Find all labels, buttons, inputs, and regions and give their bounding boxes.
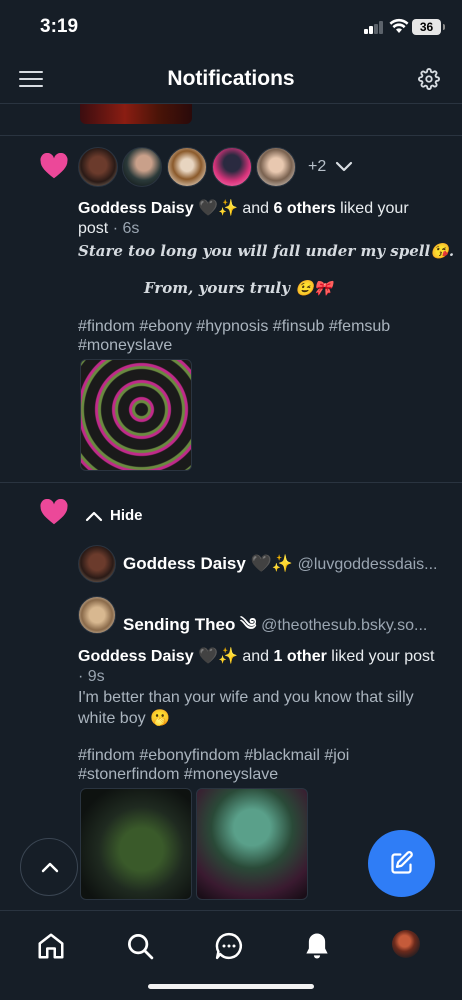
chat-icon[interactable] — [214, 931, 244, 961]
divider — [0, 482, 462, 483]
scroll-to-top-button[interactable] — [20, 838, 78, 896]
timestamp: · 6s — [108, 220, 140, 237]
post-tags: #findom #ebonyfindom #blackmail #joi #st… — [78, 747, 350, 783]
post-text: I'm better than your wife and you know t… — [78, 689, 414, 706]
avatar[interactable] — [122, 147, 162, 187]
others-link[interactable]: 1 other — [273, 648, 326, 665]
post-text: Stare too long you will fall under my sp… — [78, 242, 455, 260]
avatar[interactable] — [78, 596, 116, 634]
notification-text: Goddess Daisy 🖤✨ and 1 other liked your … — [78, 648, 435, 665]
avatar[interactable] — [78, 147, 118, 187]
status-bar: 3:19 36 — [0, 0, 462, 54]
avatar[interactable] — [78, 545, 116, 583]
post-image[interactable] — [196, 788, 308, 900]
heart-icon — [40, 499, 68, 525]
chevron-up-icon — [41, 862, 59, 873]
home-icon[interactable] — [36, 931, 66, 961]
post-image[interactable] — [80, 788, 192, 900]
actor-name[interactable]: Goddess Daisy 🖤✨ — [78, 648, 238, 665]
timestamp: · 9s — [78, 668, 105, 685]
status-time: 3:19 — [40, 16, 79, 37]
chevron-down-icon[interactable] — [334, 160, 354, 174]
actor-name[interactable]: Goddess Daisy 🖤✨ — [78, 200, 238, 217]
user-handle: @luvgoddessdais... — [297, 556, 438, 573]
avatar[interactable] — [212, 147, 252, 187]
user-name: Sending Theo ༄ — [123, 615, 257, 634]
heart-icon — [40, 153, 68, 179]
post-text: From, yours truly 😉🎀 — [144, 279, 333, 297]
post-image[interactable] — [80, 359, 192, 471]
avatar[interactable] — [167, 147, 207, 187]
compose-button[interactable] — [368, 830, 435, 897]
page-title: Notifications — [167, 67, 295, 90]
pencil-square-icon — [391, 851, 413, 874]
user-handle: @theothesub.bsky.so... — [261, 617, 428, 634]
post-tags: #findom #ebony #hypnosis #finsub #femsub… — [78, 318, 391, 354]
search-icon[interactable] — [125, 931, 155, 961]
signal-icon — [364, 21, 384, 34]
notification-text-cont: post · 6s — [78, 220, 140, 237]
previous-post-image[interactable] — [80, 104, 192, 124]
top-bar: Notifications — [0, 54, 462, 104]
bell-icon[interactable] — [302, 931, 332, 961]
user-name: Goddess Daisy 🖤✨ — [123, 554, 293, 573]
wifi-icon — [389, 18, 409, 33]
others-link[interactable]: 6 others — [273, 200, 335, 217]
post-text: white boy 🫢 — [78, 710, 170, 727]
notification-text: Goddess Daisy 🖤✨ and 6 others liked your — [78, 200, 409, 217]
gear-icon[interactable] — [418, 68, 440, 90]
home-indicator — [148, 984, 314, 989]
chevron-up-icon — [85, 511, 103, 522]
profile-avatar[interactable] — [392, 930, 420, 958]
more-likers-count: +2 — [308, 158, 327, 175]
battery-icon: 36 — [412, 19, 445, 35]
avatar[interactable] — [256, 147, 296, 187]
divider — [0, 135, 462, 136]
